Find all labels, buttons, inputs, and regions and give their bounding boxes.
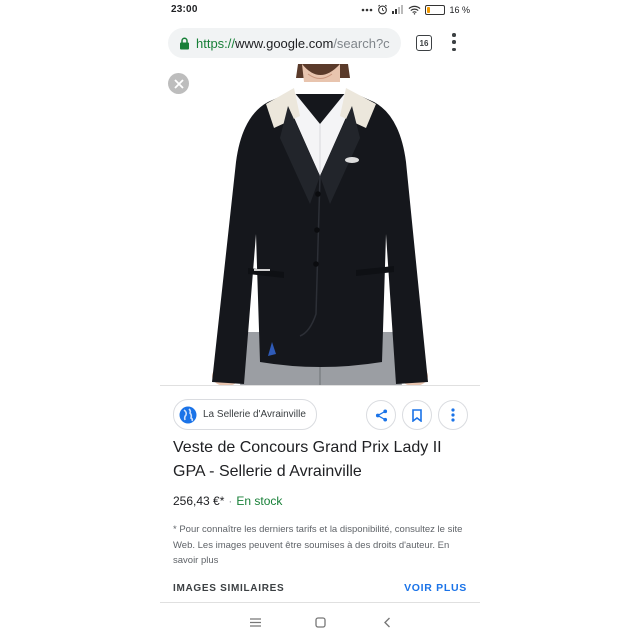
status-time: 23:00 xyxy=(171,4,198,15)
recent-apps-button[interactable] xyxy=(248,615,262,629)
save-button[interactable] xyxy=(402,400,432,430)
battery-percent: 16 % xyxy=(449,4,470,15)
lock-icon[interactable] xyxy=(178,36,190,50)
globe-icon xyxy=(179,406,197,423)
share-button[interactable] xyxy=(366,400,396,430)
price-row: 256,43 €* · En stock xyxy=(173,494,282,508)
signal-icon xyxy=(392,5,404,14)
url-scheme: https:// xyxy=(196,35,236,51)
menu-icon xyxy=(249,617,261,627)
home-button[interactable] xyxy=(313,615,327,629)
bookmark-icon xyxy=(412,408,422,422)
url-path: /search?c xyxy=(333,35,390,51)
status-icons: 16 % xyxy=(361,4,470,15)
share-icon xyxy=(375,408,387,422)
similar-images-heading: IMAGES SIMILAIRES xyxy=(173,583,285,594)
status-bar: 23:00 16 % xyxy=(160,0,480,22)
see-more-link[interactable]: VOIR PLUS xyxy=(404,582,467,594)
product-price: 256,43 €* xyxy=(173,494,225,508)
system-nav-bar xyxy=(160,603,480,640)
product-title[interactable]: Veste de Concours Grand Prix Lady II GPA… xyxy=(173,436,468,484)
source-site-name: La Sellerie d'Avrainville xyxy=(203,409,306,420)
back-chevron-icon xyxy=(384,617,390,627)
home-square-icon xyxy=(314,616,326,628)
close-image-button[interactable] xyxy=(168,73,189,94)
browser-toolbar: https://www.google.com/search?c 16 xyxy=(160,22,480,64)
browser-menu-button[interactable] xyxy=(450,33,458,51)
more-options-button[interactable] xyxy=(438,400,468,430)
more-dots-icon xyxy=(362,8,373,11)
back-button[interactable] xyxy=(380,615,394,629)
disclaimer-text: * Pour connaître les derniers tarifs et … xyxy=(173,524,463,566)
address-bar[interactable]: https://www.google.com/search?c xyxy=(168,28,401,58)
divider xyxy=(160,385,480,386)
phone-screen: 23:00 16 % https://www.google.com/search… xyxy=(160,0,480,640)
url-text[interactable]: https://www.google.com/search?c xyxy=(196,36,390,51)
more-vert-icon xyxy=(451,408,455,422)
url-host: www.google.com xyxy=(235,35,334,51)
source-site-chip[interactable]: La Sellerie d'Avrainville xyxy=(173,399,317,430)
battery-level xyxy=(427,6,431,13)
tab-count: 16 xyxy=(419,38,429,48)
battery-icon xyxy=(425,4,446,15)
tab-switcher-button[interactable]: 16 xyxy=(416,35,432,51)
stock-status: En stock xyxy=(236,494,283,508)
separator-dot: · xyxy=(228,494,233,508)
close-icon xyxy=(173,78,184,89)
jacket-photo xyxy=(212,64,428,386)
alarm-icon xyxy=(378,4,388,15)
product-image[interactable] xyxy=(160,64,480,386)
wifi-icon xyxy=(409,5,421,15)
